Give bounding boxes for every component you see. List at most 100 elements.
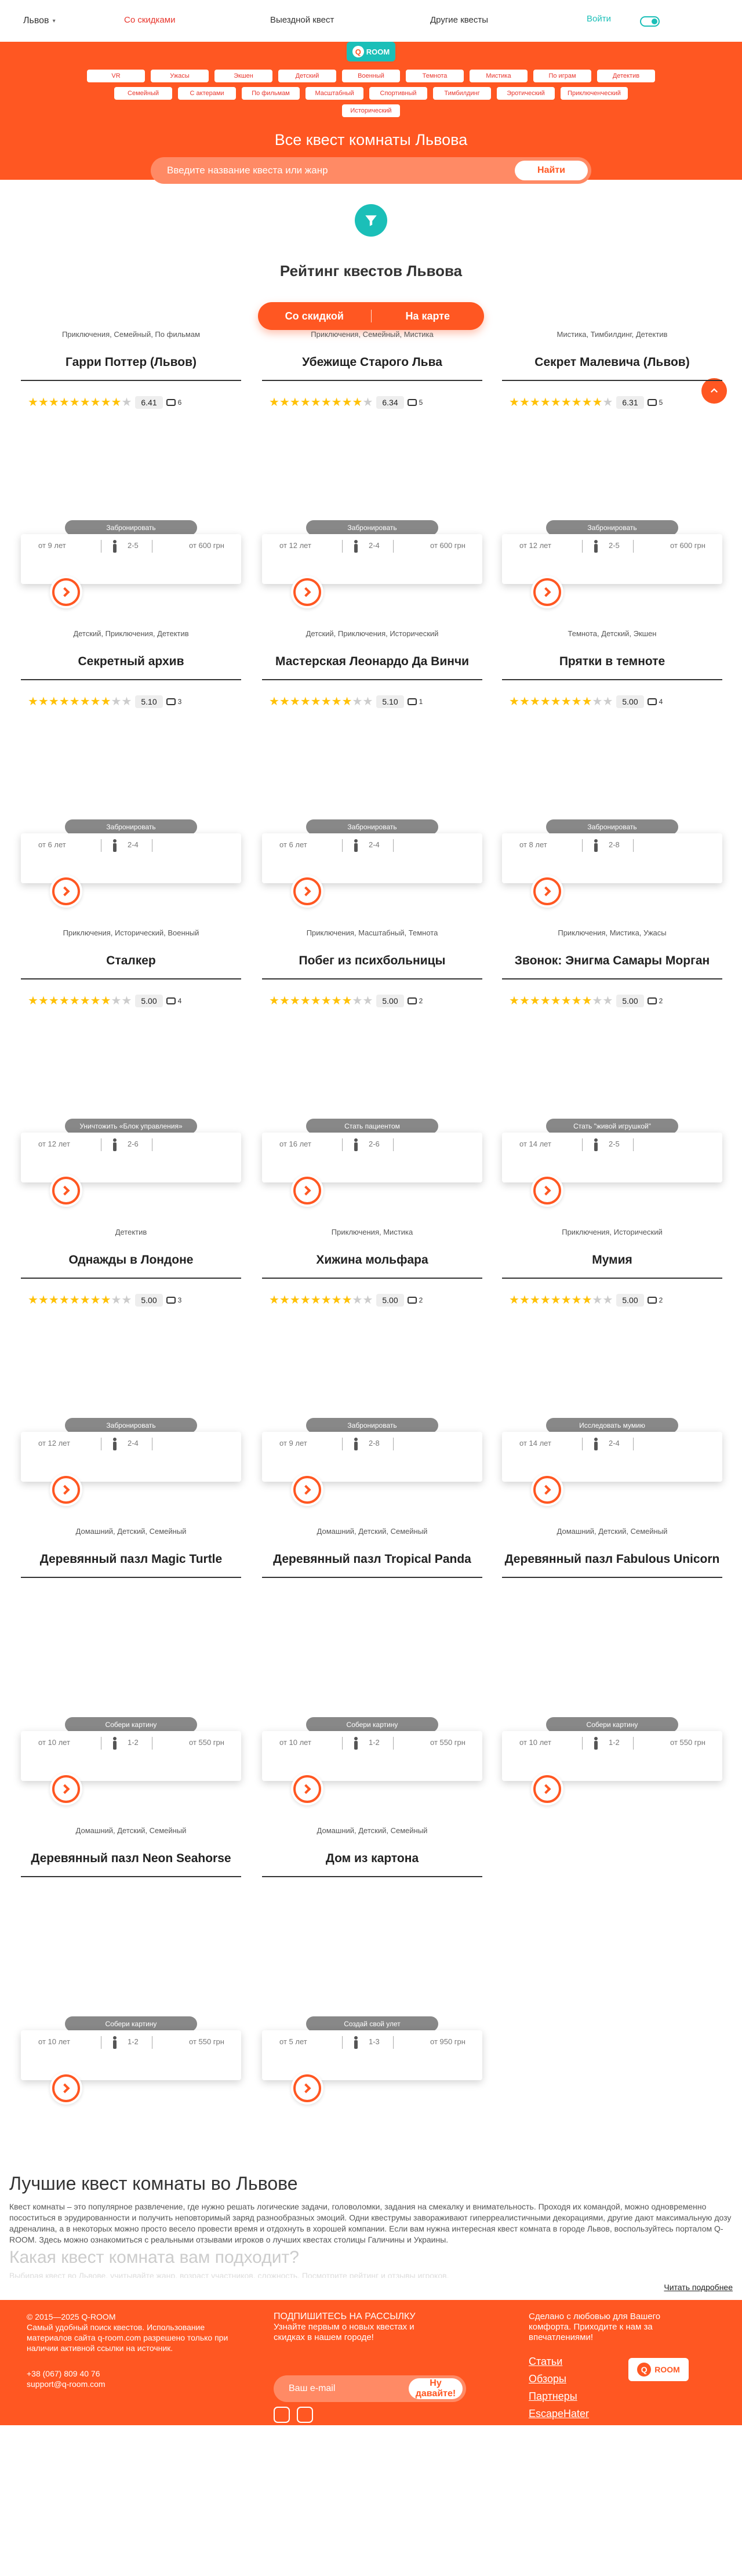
quest-action-tag[interactable]: Стать "живой игрушкой" (546, 1119, 678, 1134)
review-count[interactable]: 4 (166, 997, 181, 1005)
quest-action-tag[interactable]: Забронировать (65, 819, 197, 835)
quest-title[interactable]: Деревянный пазл Magic Turtle (21, 1552, 241, 1566)
genre-chip[interactable]: Детектив (597, 70, 655, 82)
quest-action-tag[interactable]: Создай свой улет (306, 2016, 438, 2031)
quest-title[interactable]: Убежище Старого Льва (262, 355, 482, 369)
genre-chip[interactable]: По фильмам (242, 87, 300, 100)
review-count[interactable]: 5 (647, 398, 663, 407)
quest-title[interactable]: Прятки в темноте (502, 655, 722, 669)
discount-toggle-button[interactable]: Со скидкой (258, 310, 371, 322)
quest-card[interactable]: Домашний, Детский, Семейный Деревянный па… (262, 1527, 482, 1805)
nav-discounts[interactable]: Со скидками (124, 15, 175, 25)
genre-chip[interactable]: По играм (533, 70, 591, 82)
quest-action-tag[interactable]: Собери картину (546, 1717, 678, 1732)
instagram-icon[interactable] (274, 2407, 290, 2423)
quest-action-tag[interactable]: Исследовать мумию (546, 1418, 678, 1433)
arrow-right-icon[interactable] (531, 1474, 563, 1506)
footer-logo[interactable]: Q ROOM (628, 2358, 689, 2381)
quest-title[interactable]: Секретный архив (21, 655, 241, 669)
review-count[interactable]: 2 (407, 997, 423, 1005)
quest-title[interactable]: Побег из психбольницы (262, 954, 482, 968)
quest-card[interactable]: Темнота, Детский, Экшен Прятки в темноте ★… (502, 629, 722, 908)
quest-title[interactable]: Дом из картона (262, 1852, 482, 1866)
quest-search-input[interactable] (167, 165, 515, 176)
city-selector[interactable]: Львов ▾ (23, 16, 56, 26)
arrow-right-icon[interactable] (50, 1174, 82, 1207)
quest-action-tag[interactable]: Забронировать (546, 520, 678, 535)
arrow-right-icon[interactable] (291, 1474, 323, 1506)
arrow-right-icon[interactable] (50, 875, 82, 908)
genre-chip[interactable]: С актерами (178, 87, 237, 100)
arrow-right-icon[interactable] (291, 2072, 323, 2105)
genre-chip[interactable]: Эротический (497, 87, 555, 100)
quest-title[interactable]: Секрет Малевича (Львов) (502, 355, 722, 369)
instagram-icon[interactable] (297, 2407, 313, 2423)
quest-title[interactable]: Звонок: Энигма Самары Морган (502, 954, 722, 968)
genre-chip[interactable]: Масштабный (305, 87, 364, 100)
review-count[interactable]: 5 (407, 398, 423, 407)
search-button[interactable]: Найти (515, 161, 588, 180)
quest-card[interactable]: Домашний, Детский, Семейный Деревянный па… (502, 1527, 722, 1805)
quest-title[interactable]: Однажды в Лондоне (21, 1253, 241, 1267)
quest-card[interactable]: Домашний, Детский, Семейный Дом из картон… (262, 1826, 482, 2105)
arrow-right-icon[interactable] (291, 1773, 323, 1805)
arrow-right-icon[interactable] (50, 1773, 82, 1805)
genre-chip[interactable]: Темнота (406, 70, 464, 82)
genre-chip[interactable]: Исторический (342, 104, 400, 117)
quest-card[interactable]: Домашний, Детский, Семейный Деревянный па… (21, 1826, 241, 2105)
genre-chip[interactable]: Приключенческий (561, 87, 628, 100)
quest-action-tag[interactable]: Стать пациентом (306, 1119, 438, 1134)
arrow-right-icon[interactable] (50, 2072, 82, 2105)
genre-chip[interactable]: Экшен (214, 70, 272, 82)
quest-title[interactable]: Деревянный пазл Neon Seahorse (21, 1852, 241, 1866)
read-more-link[interactable]: Читать подробнее (664, 2283, 733, 2292)
quest-card[interactable]: Приключения, Мистика Хижина мольфара ★★★★★… (262, 1228, 482, 1506)
filter-icon[interactable] (355, 204, 387, 237)
arrow-right-icon[interactable] (50, 1474, 82, 1506)
email-field[interactable] (289, 2383, 409, 2394)
theme-toggle[interactable] (640, 16, 660, 27)
review-count[interactable]: 2 (407, 1296, 423, 1304)
quest-title[interactable]: Хижина мольфара (262, 1253, 482, 1267)
quest-title[interactable]: Деревянный пазл Fabulous Unicorn (502, 1552, 722, 1566)
review-count[interactable]: 3 (166, 698, 181, 706)
quest-card[interactable]: Детектив Однажды в Лондоне ★★★★★★★★★★ 5.00 3… (21, 1228, 241, 1506)
quest-card[interactable]: Приключения, Мистика, Ужасы Звонок: Энигм… (502, 928, 722, 1207)
quest-action-tag[interactable]: Забронировать (65, 1418, 197, 1433)
arrow-right-icon[interactable] (291, 1174, 323, 1207)
footer-phone[interactable]: +38 (067) 809 40 76 (27, 2368, 247, 2379)
arrow-right-icon[interactable] (531, 576, 563, 608)
quest-action-tag[interactable]: Собери картину (306, 1717, 438, 1732)
quest-card[interactable]: Детский, Приключения, Исторический Мастер… (262, 629, 482, 908)
review-count[interactable]: 3 (166, 1296, 181, 1304)
arrow-right-icon[interactable] (531, 1773, 563, 1805)
quest-action-tag[interactable]: Собери картину (65, 2016, 197, 2031)
review-count[interactable]: 4 (647, 698, 663, 706)
quest-card[interactable]: Мистика, Тимбилдинг, Детектив Секрет Мале… (502, 330, 722, 608)
review-count[interactable]: 2 (647, 997, 663, 1005)
review-count[interactable]: 6 (166, 398, 181, 407)
genre-chip[interactable]: Мистика (470, 70, 528, 82)
quest-action-tag[interactable]: Забронировать (546, 819, 678, 835)
footer-link-partners[interactable]: Партнеры (529, 2390, 683, 2403)
quest-card[interactable]: Детский, Приключения, Детектив Секретный … (21, 629, 241, 908)
quest-title[interactable]: Гарри Поттер (Львов) (21, 355, 241, 369)
review-count[interactable]: 1 (407, 698, 423, 706)
login-button[interactable]: Войти (587, 14, 611, 24)
quest-title[interactable]: Мумия (502, 1253, 722, 1267)
quest-title[interactable]: Мастерская Леонардо Да Винчи (262, 655, 482, 669)
genre-chip[interactable]: Семейный (114, 87, 173, 100)
quest-action-tag[interactable]: Забронировать (306, 819, 438, 835)
footer-email[interactable]: support@q-room.com (27, 2379, 247, 2389)
genre-chip[interactable]: Ужасы (151, 70, 209, 82)
quest-action-tag[interactable]: Собери картину (65, 1717, 197, 1732)
quest-action-tag[interactable]: Забронировать (65, 520, 197, 535)
quest-card[interactable]: Приключения, Исторический Мумия ★★★★★★★★★★… (502, 1228, 722, 1506)
quest-action-tag[interactable]: Забронировать (306, 520, 438, 535)
genre-chip[interactable]: Детский (278, 70, 336, 82)
genre-chip[interactable]: VR (87, 70, 145, 82)
site-logo[interactable]: Q ROOM (347, 42, 395, 61)
footer-link-privacy[interactable]: Политика конфиденциальности (529, 2425, 683, 2437)
genre-chip[interactable]: Военный (342, 70, 400, 82)
nav-other-quests[interactable]: Другие квесты (430, 15, 488, 25)
